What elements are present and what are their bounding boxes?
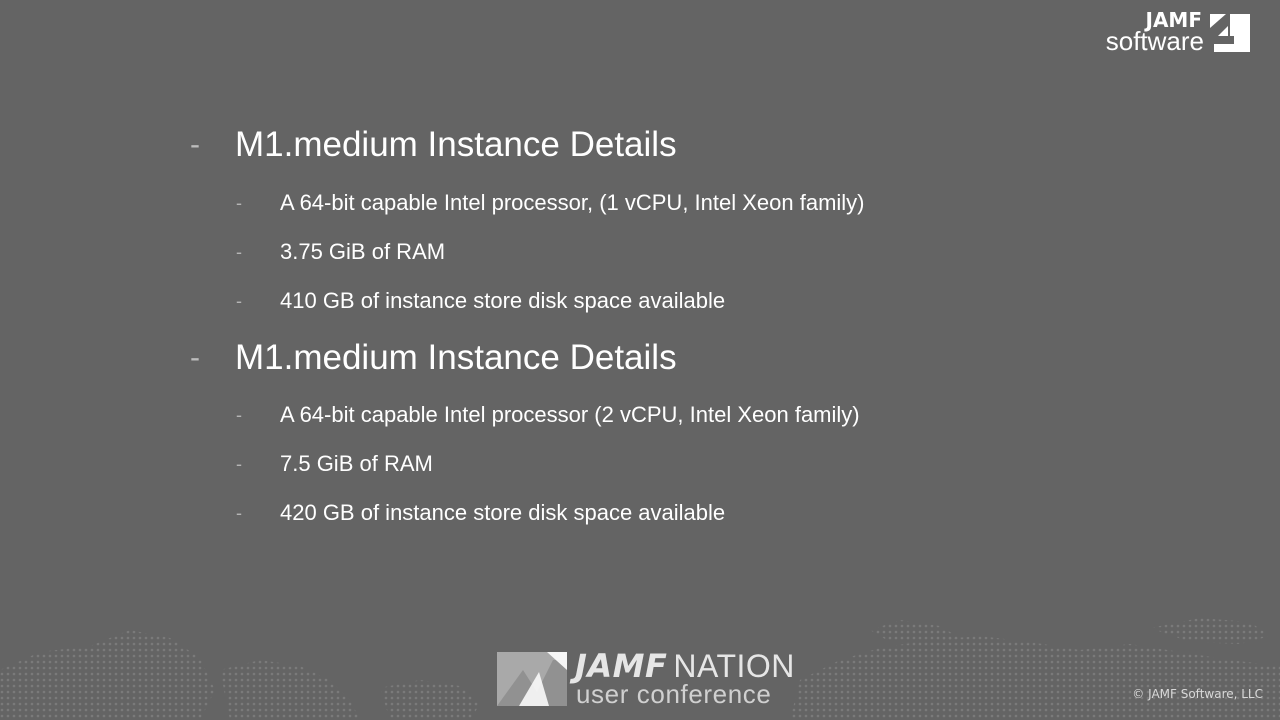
list-item-text: A 64-bit capable Intel processor (2 vCPU… xyxy=(280,402,860,427)
list-item-text: A 64-bit capable Intel processor, (1 vCP… xyxy=(280,190,865,215)
bullet-dash: - xyxy=(190,128,200,161)
brand-wordmark: JAMF software xyxy=(1106,10,1204,54)
bullet-dash: - xyxy=(236,291,242,311)
list-item-text: 410 GB of instance store disk space avai… xyxy=(280,288,726,313)
conference-logo: JAMF NATION user conference xyxy=(497,650,794,709)
jamf-mark-icon xyxy=(1210,14,1250,52)
slide: JAMF software - M1.medium Instance Detai… xyxy=(0,0,1280,720)
list-item-text: 7.5 GiB of RAM xyxy=(280,451,433,476)
list-item-text: 3.75 GiB of RAM xyxy=(280,239,446,264)
conference-title: JAMF NATION xyxy=(575,650,795,682)
bullet-dash: - xyxy=(236,405,242,425)
bullet-dash: - xyxy=(236,242,242,262)
section-heading-text: M1.medium Instance Details xyxy=(235,338,677,377)
conference-subtitle: user conference xyxy=(576,679,772,709)
bullet-dash: - xyxy=(236,454,242,474)
bullet-dash: - xyxy=(190,341,200,374)
brand-logo: JAMF software xyxy=(1074,10,1250,54)
list-item-text: 420 GB of instance store disk space avai… xyxy=(280,500,726,525)
bullet-dash: - xyxy=(236,193,242,213)
copyright-notice: © JAMF Software, LLC xyxy=(1132,687,1263,701)
conference-mark-icon xyxy=(497,652,567,706)
section-heading-text: M1.medium Instance Details xyxy=(235,125,677,164)
bullet-dash: - xyxy=(236,503,242,523)
brand-wordmark-bottom: software xyxy=(1105,26,1204,56)
